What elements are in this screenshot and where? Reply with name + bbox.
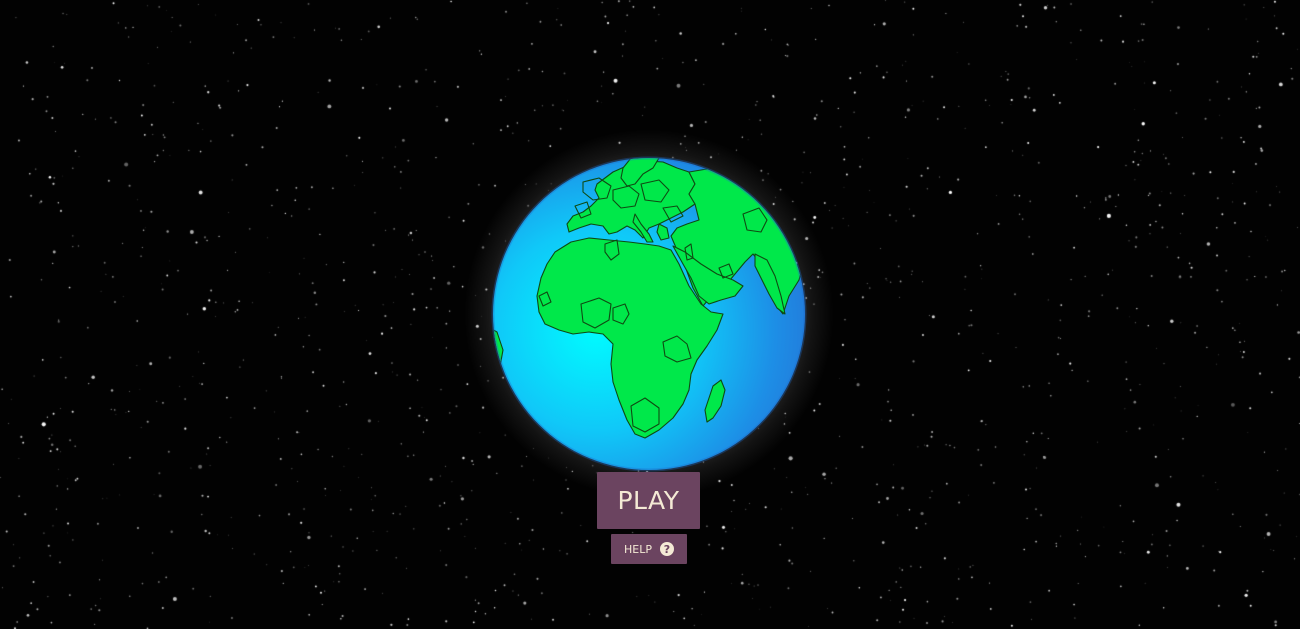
- help-label: HELP: [624, 542, 652, 556]
- question-circle-icon: ?: [659, 542, 674, 556]
- earth-globe: [463, 128, 835, 500]
- help-button[interactable]: HELP ?: [611, 534, 687, 564]
- globe-icon: [463, 128, 835, 500]
- game-stage: PLAY HELP ?: [0, 0, 1300, 629]
- play-button[interactable]: PLAY: [597, 472, 700, 529]
